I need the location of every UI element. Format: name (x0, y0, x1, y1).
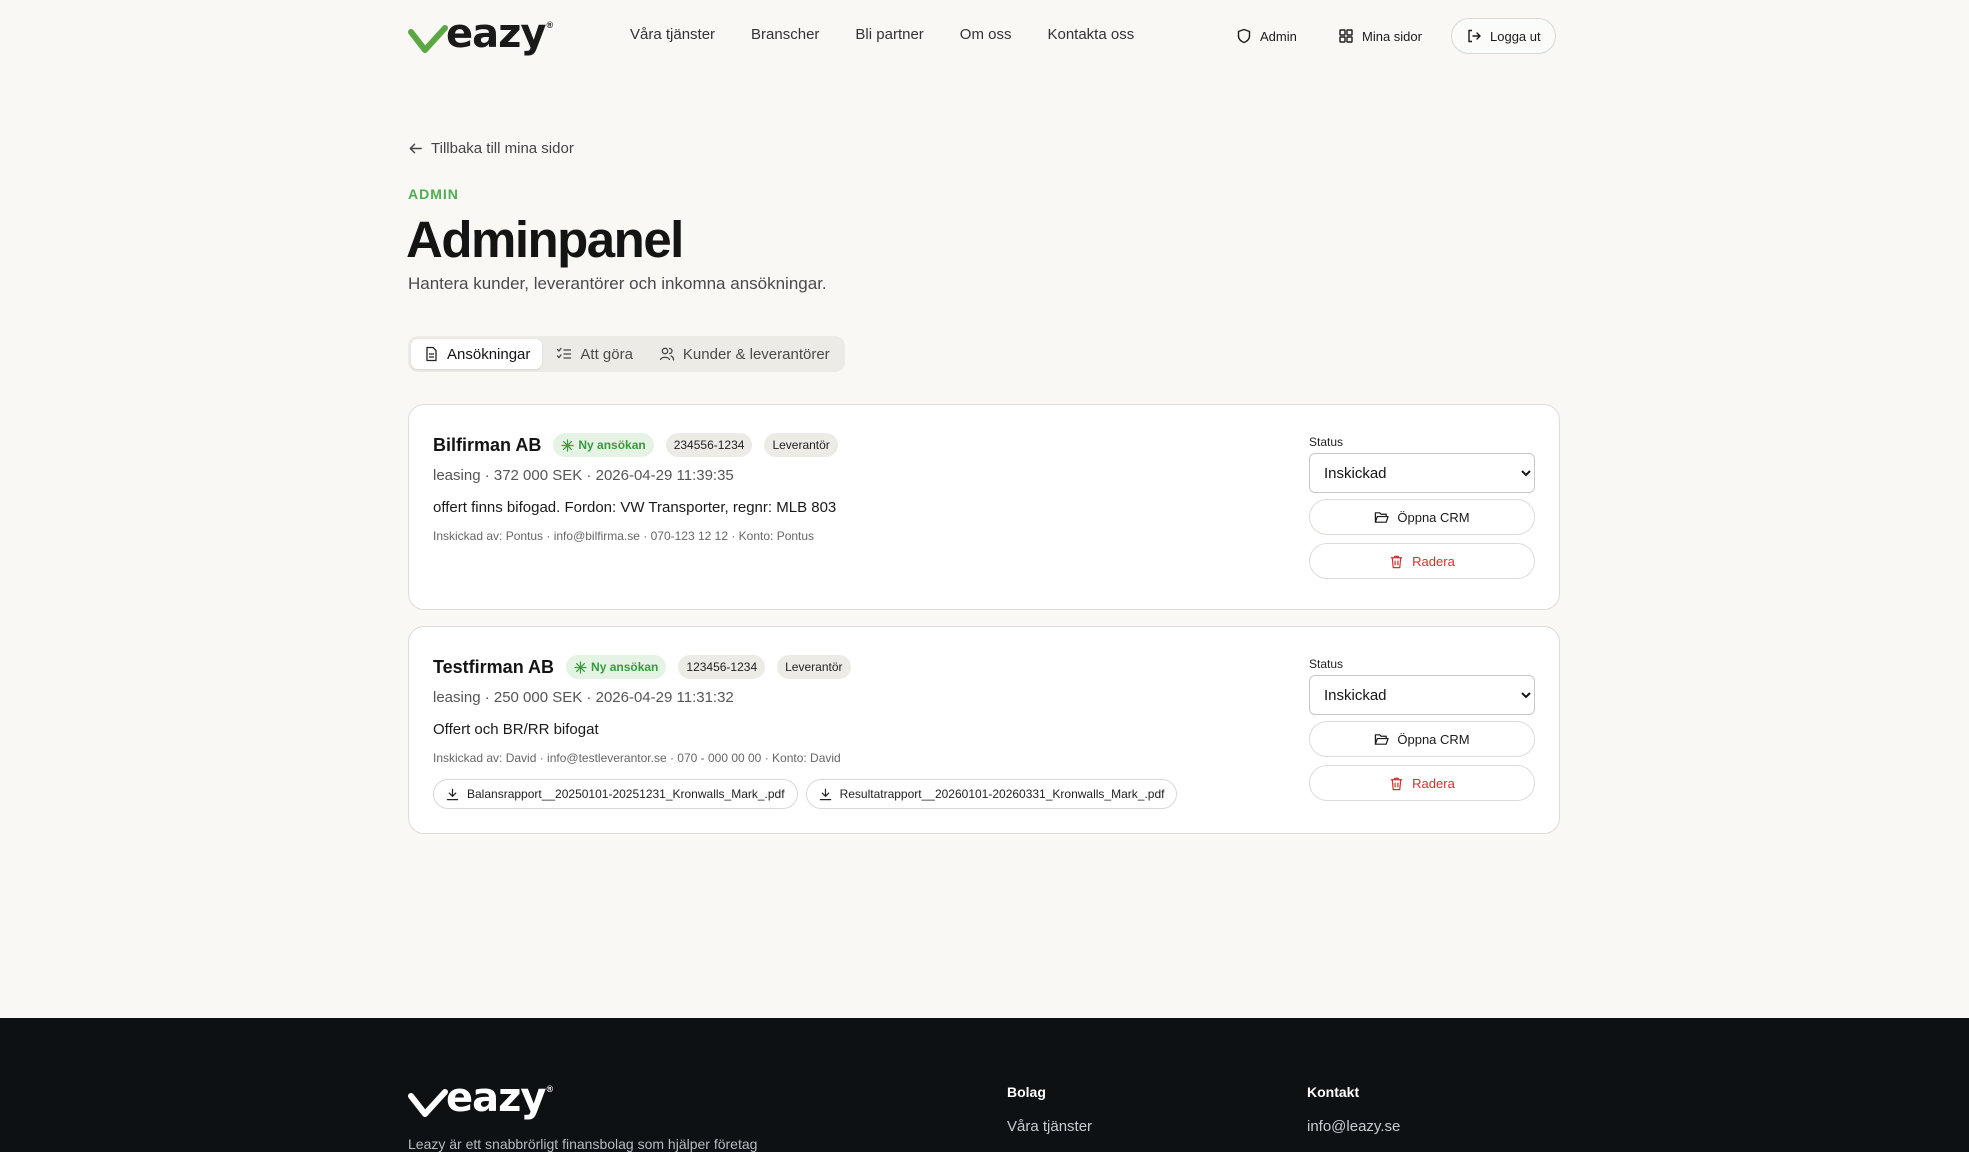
footer-tagline: Leazy är ett snabbrörligt finansbolag so… (408, 1136, 758, 1152)
submitted-by: Inskickad av: Pontus · info@bilfirma.se … (433, 529, 815, 543)
nav-item-branscher[interactable]: Branscher (751, 26, 819, 43)
document-icon (426, 346, 437, 362)
footer-logo-registered-mark: ® (546, 1084, 554, 1094)
attachment-list: Balansrapport__20250101-20251231_Kronwal… (433, 779, 1178, 809)
trash-icon (1391, 777, 1403, 790)
open-crm-button[interactable]: Öppna CRM (1309, 721, 1535, 757)
open-crm-label: Öppna CRM (1397, 509, 1470, 525)
nav-item-kontakta-oss[interactable]: Kontakta oss (1047, 26, 1134, 43)
footer-col-heading: Kontakt (1307, 1084, 1360, 1100)
tab-att-gora-label: Att göra (580, 345, 633, 363)
open-crm-label: Öppna CRM (1397, 731, 1470, 747)
attachment-filename: Balansrapport__20250101-20251231_Kronwal… (467, 787, 785, 801)
tab-kunder-leverantorer[interactable]: Kunder & leverantörer (647, 339, 842, 369)
folder-open-icon (1375, 511, 1390, 523)
logo-check-icon (408, 1089, 448, 1117)
logout-icon (1468, 29, 1481, 43)
status-select-label: Status (1309, 657, 1344, 671)
application-description: Offert och BR/RR bifogat (433, 721, 599, 738)
page-eyebrow: ADMIN (408, 186, 459, 202)
application-actions: Status Inskickad Öppna CRM Radera (1309, 657, 1535, 807)
attachment-download[interactable]: Balansrapport__20250101-20251231_Kronwal… (433, 779, 798, 809)
footer-link[interactable]: Våra tjänster (1007, 1118, 1092, 1135)
users-icon (659, 347, 675, 361)
application-card: Testfirman AB Ny ansökan 123456-1234 Lev… (408, 626, 1560, 834)
open-crm-button[interactable]: Öppna CRM (1309, 499, 1535, 535)
org-number-badge: 123456-1234 (678, 655, 766, 679)
checklist-icon (557, 347, 572, 359)
grid-icon (1339, 29, 1353, 43)
application-actions: Status Inskickad Öppna CRM Radera (1309, 435, 1535, 585)
nav-item-tjanster[interactable]: Våra tjänster (630, 26, 715, 43)
trash-icon (1391, 555, 1403, 568)
footer-email-link[interactable]: info@leazy.se (1307, 1118, 1400, 1135)
site-footer: eazy ® Leazy är ett snabbrörligt finansb… (0, 1018, 1969, 1152)
admin-button-label: Admin (1260, 28, 1297, 44)
tab-ansokningar[interactable]: Ansökningar (411, 339, 543, 369)
footer-logo-text: eazy (446, 1075, 546, 1121)
download-icon (819, 788, 831, 800)
mina-sidor-label: Mina sidor (1362, 28, 1422, 44)
delete-label: Radera (1412, 553, 1455, 569)
sparkle-icon (561, 438, 575, 452)
attachment-filename: Resultatrapport__20260101-20260331_Kronw… (839, 787, 1165, 801)
attachment-download[interactable]: Resultatrapport__20260101-20260331_Kronw… (805, 779, 1178, 809)
back-link[interactable]: Tillbaka till mina sidor (408, 140, 574, 157)
application-meta: leasing · 250 000 SEK · 2026-04-29 11:31… (433, 689, 734, 706)
footer-logo[interactable]: eazy ® (408, 1078, 553, 1118)
nav-item-bli-partner[interactable]: Bli partner (855, 26, 923, 43)
company-name: Testfirman AB (433, 656, 555, 677)
download-icon (446, 788, 459, 800)
logo[interactable]: eazy ® (408, 14, 553, 54)
role-badge: Leverantör (777, 655, 851, 679)
logout-label: Logga ut (1490, 28, 1541, 44)
folder-open-icon (1375, 733, 1390, 745)
application-meta: leasing · 372 000 SEK · 2026-04-29 11:39… (433, 467, 734, 484)
tab-att-gora[interactable]: Att göra (544, 339, 645, 369)
status-badge: Ny ansökan (553, 433, 654, 457)
logo-check-icon (408, 25, 448, 53)
tab-bar: Ansökningar Att göra Kunder & leverantör… (408, 336, 845, 372)
nav-item-om-oss[interactable]: Om oss (960, 26, 1012, 43)
delete-label: Radera (1412, 775, 1455, 791)
status-badge-label: Ny ansökan (578, 438, 646, 452)
logout-button[interactable]: Logga ut (1451, 18, 1556, 54)
delete-button[interactable]: Radera (1309, 765, 1535, 801)
application-card: Bilfirman AB Ny ansökan 234556-1234 Leve… (408, 404, 1560, 610)
company-name: Bilfirman AB (433, 434, 542, 455)
status-badge: Ny ansökan (566, 655, 667, 679)
footer-col-heading: Bolag (1007, 1084, 1046, 1100)
status-badge-label: Ny ansökan (591, 660, 659, 674)
shield-icon (1237, 28, 1251, 44)
main-nav: Våra tjänster Branscher Bli partner Om o… (630, 26, 1134, 43)
back-link-label: Tillbaka till mina sidor (431, 140, 574, 157)
arrow-left-icon (409, 143, 422, 154)
tab-ansokningar-label: Ansökningar (447, 345, 531, 363)
mina-sidor-button[interactable]: Mina sidor (1324, 18, 1436, 54)
tab-kunder-leverantorer-label: Kunder & leverantörer (682, 345, 830, 363)
submitted-by: Inskickad av: David · info@testleveranto… (433, 751, 841, 765)
sparkle-icon (574, 660, 587, 674)
status-select[interactable]: Inskickad (1309, 675, 1535, 715)
logo-text: eazy (446, 11, 546, 57)
delete-button[interactable]: Radera (1309, 543, 1535, 579)
logo-registered-mark: ® (546, 20, 554, 30)
page-title: Adminpanel (406, 211, 684, 268)
application-description: offert finns bifogad. Fordon: VW Transpo… (433, 499, 837, 516)
site-header: eazy ® Våra tjänster Branscher Bli partn… (0, 0, 1969, 72)
status-select-label: Status (1309, 435, 1344, 449)
status-select[interactable]: Inskickad (1309, 453, 1535, 493)
org-number-badge: 234556-1234 (665, 433, 753, 457)
page-lead: Hantera kunder, leverantörer och inkomna… (408, 274, 827, 293)
role-badge: Leverantör (764, 433, 838, 457)
admin-button[interactable]: Admin (1222, 18, 1311, 54)
